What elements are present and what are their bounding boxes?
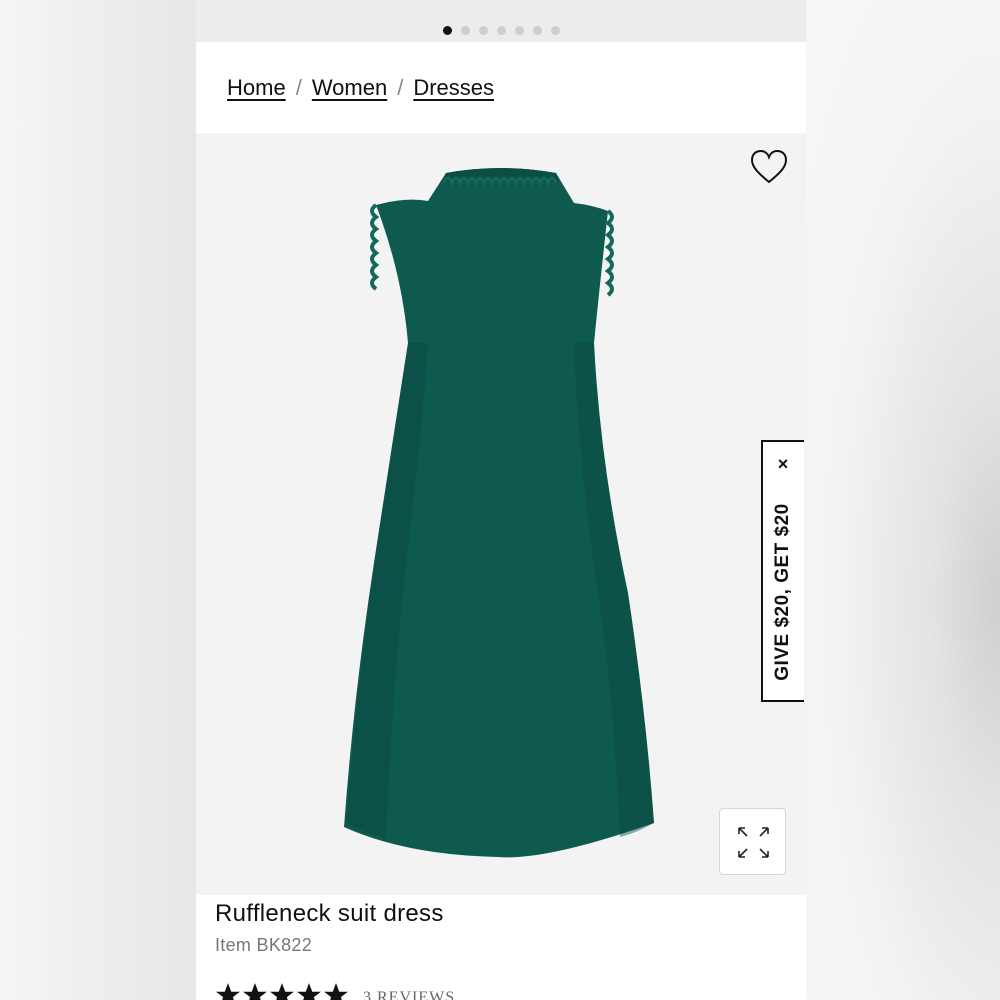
carousel-dot[interactable] xyxy=(496,25,506,35)
right-backdrop xyxy=(806,0,1000,1000)
star-icon xyxy=(270,983,294,1000)
star-icon xyxy=(216,983,240,1000)
referral-promo-tab[interactable]: × GIVE $20, GET $20 xyxy=(761,440,804,702)
breadcrumb-women[interactable]: Women xyxy=(312,75,387,101)
breadcrumb: Home / Women / Dresses xyxy=(227,72,494,104)
star-icon xyxy=(243,983,267,1000)
carousel-dot[interactable] xyxy=(442,25,452,35)
left-backdrop xyxy=(0,0,196,1000)
breadcrumb-separator: / xyxy=(397,75,404,100)
close-icon[interactable]: × xyxy=(771,452,795,476)
product-title: Ruffleneck suit dress xyxy=(215,900,444,927)
product-image-area[interactable]: × GIVE $20, GET $20 xyxy=(196,133,806,895)
promo-label[interactable]: GIVE $20, GET $20 xyxy=(772,503,794,680)
rating-row[interactable]: 3 REVIEWS xyxy=(215,980,455,1000)
item-code: Item BK822 xyxy=(215,935,313,955)
reviews-link[interactable]: 3 REVIEWS xyxy=(363,983,455,1000)
product-page: Home / Women / Dresses × GIVE $20, GET $… xyxy=(196,0,806,1000)
heart-icon[interactable] xyxy=(750,149,788,185)
carousel-dot[interactable] xyxy=(478,25,488,35)
breadcrumb-separator: / xyxy=(295,75,302,100)
expand-image-button[interactable] xyxy=(719,808,786,875)
product-image xyxy=(344,168,654,858)
breadcrumb-home[interactable]: Home xyxy=(227,75,286,101)
expand-icon xyxy=(738,827,769,858)
carousel-dot[interactable] xyxy=(532,25,542,35)
carousel-dot[interactable] xyxy=(550,25,560,35)
star-icon xyxy=(324,983,348,1000)
star-icon xyxy=(297,983,321,1000)
star-rating xyxy=(215,982,349,1000)
carousel-dot[interactable] xyxy=(514,25,524,35)
carousel-indicator xyxy=(196,0,806,42)
breadcrumb-dresses[interactable]: Dresses xyxy=(413,75,494,101)
carousel-dot[interactable] xyxy=(460,25,470,35)
